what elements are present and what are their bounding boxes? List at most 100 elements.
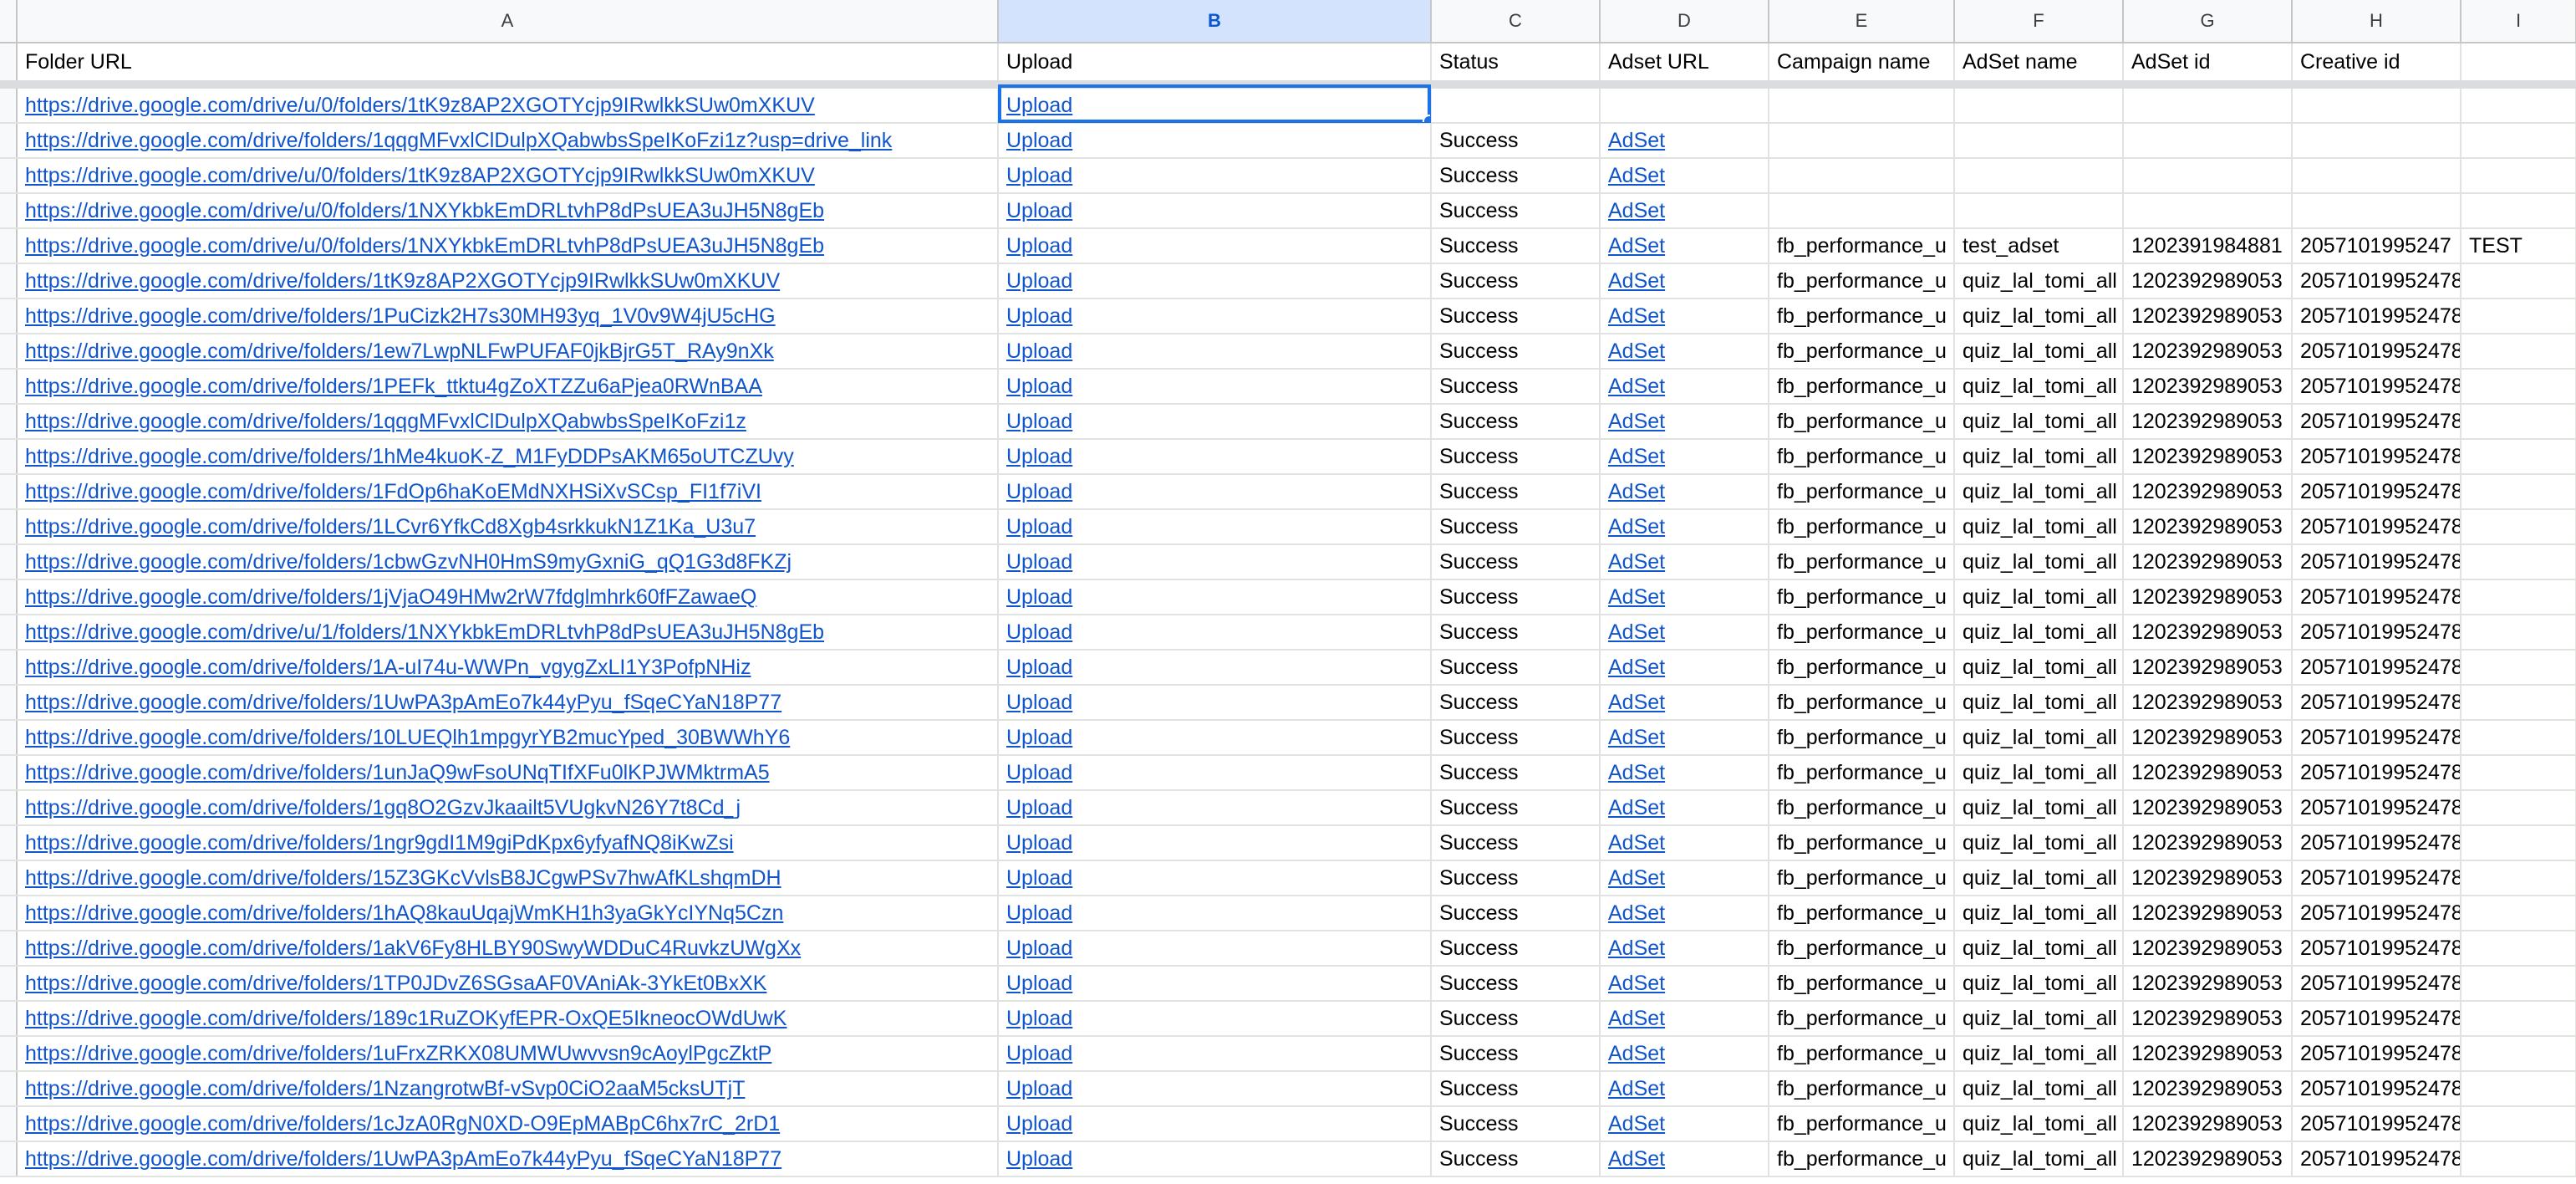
upload-link[interactable]: Upload [1006,129,1072,152]
cell[interactable]: https://drive.google.com/drive/folders/1… [17,650,999,686]
folder-url-link[interactable]: https://drive.google.com/drive/folders/1… [25,375,762,398]
cell[interactable]: AdSet [1600,896,1769,931]
cell[interactable]: AdSet [1600,720,1769,756]
cell[interactable]: 2057101995247857 [2292,334,2461,370]
cell[interactable] [2461,720,2576,756]
column-header-c[interactable]: C [1431,0,1601,43]
cell[interactable]: 1202392989053 [2123,825,2293,861]
cell[interactable]: AdSet [1600,966,1769,1002]
cell[interactable] [2461,509,2576,545]
cell[interactable]: Upload [998,1071,1432,1107]
cell[interactable]: Success [1431,158,1601,194]
cell[interactable]: https://drive.google.com/drive/folders/1… [17,825,999,861]
row-header[interactable] [0,1141,18,1177]
row-header[interactable] [0,685,18,721]
cell[interactable]: Upload [998,966,1432,1002]
cell[interactable]: https://drive.google.com/drive/folders/1… [17,123,999,159]
upload-link[interactable]: Upload [1006,936,1072,960]
cell[interactable]: https://drive.google.com/drive/folders/1… [17,1036,999,1072]
cell[interactable]: Upload [998,544,1432,580]
cell[interactable] [2461,650,2576,686]
cell[interactable]: fb_performance_u [1769,755,1955,791]
cell[interactable]: AdSet [1600,334,1769,370]
upload-link[interactable]: Upload [1006,831,1072,855]
cell[interactable]: fb_performance_u [1769,825,1955,861]
cell[interactable] [1769,84,1955,124]
cell[interactable]: quiz_lal_tomi_all [1954,720,2124,756]
cell[interactable]: fb_performance_u [1769,299,1955,334]
row-header[interactable] [0,158,18,194]
adset-link[interactable]: AdSet [1608,656,1665,679]
active-cell[interactable]: Upload [998,84,1432,124]
cell[interactable]: 2057101995247857 [2292,544,2461,580]
cell[interactable]: 1202392989053 [2123,931,2293,967]
cell[interactable]: quiz_lal_tomi_all [1954,334,2124,370]
row-header[interactable] [0,579,18,615]
adset-link[interactable]: AdSet [1608,304,1665,328]
cell[interactable]: https://drive.google.com/drive/folders/1… [17,685,999,721]
header-cell-campaign-name[interactable]: Campaign name [1769,43,1955,89]
cell[interactable]: https://drive.google.com/drive/folders/1… [17,1001,999,1037]
cell[interactable] [1769,158,1955,194]
folder-url-link[interactable]: https://drive.google.com/drive/folders/1… [25,726,790,749]
cell[interactable] [2461,439,2576,475]
cell[interactable]: quiz_lal_tomi_all [1954,685,2124,721]
cell[interactable] [2461,685,2576,721]
cell[interactable] [2461,1106,2576,1142]
cell[interactable]: 2057101995247 [2292,228,2461,264]
upload-link[interactable]: Upload [1006,515,1072,538]
cell[interactable]: Success [1431,544,1601,580]
cell[interactable]: Upload [998,228,1432,264]
cell[interactable]: Upload [998,158,1432,194]
cell[interactable] [1769,193,1955,229]
upload-link[interactable]: Upload [1006,972,1072,995]
cell[interactable]: quiz_lal_tomi_all [1954,369,2124,405]
cell[interactable]: https://drive.google.com/drive/folders/1… [17,334,999,370]
cell[interactable] [2461,1001,2576,1037]
cell[interactable]: Success [1431,404,1601,440]
cell[interactable]: 1202392989053 [2123,404,2293,440]
cell[interactable]: fb_performance_u [1769,1106,1955,1142]
cell[interactable]: Upload [998,896,1432,931]
row-header[interactable] [0,1001,18,1037]
row-header[interactable] [0,509,18,545]
cell[interactable]: quiz_lal_tomi_all [1954,966,2124,1002]
upload-link[interactable]: Upload [1006,1077,1072,1100]
cell[interactable]: fb_performance_u [1769,1071,1955,1107]
adset-link[interactable]: AdSet [1608,164,1665,187]
folder-url-link[interactable]: https://drive.google.com/drive/folders/1… [25,585,756,609]
cell[interactable]: 1202392989053 [2123,755,2293,791]
cell[interactable]: quiz_lal_tomi_all [1954,1071,2124,1107]
cell[interactable]: 2057101995247857 [2292,931,2461,967]
cell[interactable]: Success [1431,369,1601,405]
cell[interactable]: fb_performance_u [1769,228,1955,264]
cell[interactable]: quiz_lal_tomi_all [1954,1106,2124,1142]
cell[interactable]: Upload [998,1036,1432,1072]
cell[interactable]: 2057101995247857 [2292,825,2461,861]
cell[interactable]: fb_performance_u [1769,720,1955,756]
cell[interactable]: Success [1431,334,1601,370]
cell[interactable]: Upload [998,263,1432,299]
cell[interactable]: 2057101995247857 [2292,299,2461,334]
cell[interactable]: https://drive.google.com/drive/folders/1… [17,1141,999,1177]
cell[interactable]: Success [1431,860,1601,896]
cell[interactable]: fb_performance_u [1769,931,1955,967]
cell[interactable]: 1202392989053 [2123,1001,2293,1037]
header-cell-adset-id[interactable]: AdSet id [2123,43,2293,89]
cell[interactable]: https://drive.google.com/drive/folders/1… [17,720,999,756]
cell[interactable]: quiz_lal_tomi_all [1954,1141,2124,1177]
header-cell-creative-id[interactable]: Creative id [2292,43,2461,89]
cell[interactable]: Success [1431,650,1601,686]
cell[interactable]: AdSet [1600,228,1769,264]
folder-url-link[interactable]: https://drive.google.com/drive/folders/1… [25,866,781,890]
upload-link[interactable]: Upload [1006,445,1072,468]
row-header[interactable] [0,193,18,229]
cell[interactable]: Success [1431,1141,1601,1177]
row-header[interactable] [0,263,18,299]
cell[interactable] [2461,1071,2576,1107]
cell[interactable]: 1202392989053 [2123,544,2293,580]
cell[interactable]: Success [1431,615,1601,651]
column-header-a[interactable]: A [17,0,999,43]
adset-link[interactable]: AdSet [1608,585,1665,609]
cell[interactable]: 2057101995247857 [2292,1001,2461,1037]
